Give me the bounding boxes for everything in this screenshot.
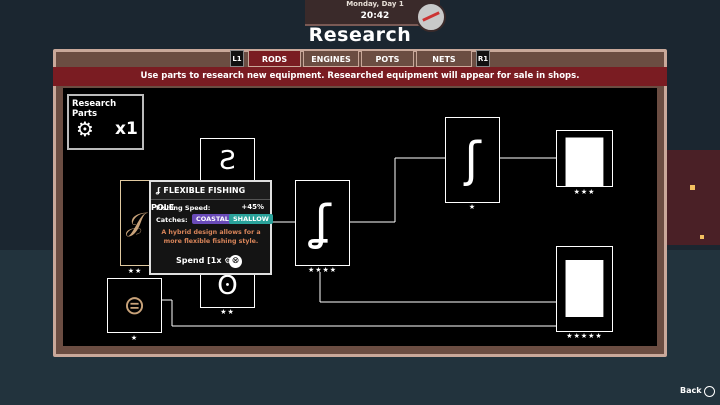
reel-icon: ⊜ [123,290,146,321]
rod-icon: 𝒥 [126,208,144,238]
tooltip-description: A hybrid design allows for a more flexib… [155,228,267,246]
spend-button[interactable]: ⊗ [229,255,242,268]
tag-shallow: SHALLOW [229,214,273,224]
node-stars: ★★★★★ [566,332,603,340]
node-stars: ★ [468,203,477,211]
spend-label: Spend [1x ⚙] [176,256,236,265]
tooltip-header: ʆ FLEXIBLE FISHING POLE [151,182,270,212]
description-line: A hybrid design allows for a [161,229,261,236]
tree-connections [150,157,556,327]
rod-icon: ʆ [156,186,161,195]
back-label: Back [680,386,702,395]
node-stars: ★★ [220,308,235,316]
description-line: more flexible fishing style. [163,238,259,245]
tree-node-rod-2[interactable]: Ƨ [200,138,255,183]
tree-node-reel-1[interactable]: ⊜ [107,278,162,333]
rod-icon: ▇ [566,130,603,187]
node-stars: ★★★ [573,188,596,196]
tree-node-flexible-fishing-pole[interactable]: 𝒥 [120,180,150,266]
node-stars: ★★★★ [307,266,338,274]
rod-icon: █ [566,261,603,317]
rod-icon: ʆ [314,195,331,251]
tree-node-rod-6[interactable]: ▇ [556,130,613,187]
tag-coastal: COASTAL [192,214,233,224]
speed-value: +45% [241,203,264,211]
node-stars: ★★ [127,267,143,275]
speed-label: Fishing Speed: [156,204,211,212]
tree-node-rod-5[interactable]: ʃ [445,117,500,203]
tree-node-rod-4[interactable]: ʆ [295,180,350,266]
rod-icon: ʃ [464,132,481,188]
catches-label: Catches: [156,216,188,224]
tree-node-rod-7[interactable]: █ [556,246,613,332]
rod-icon: Ƨ [219,145,236,176]
node-stars: ★ [130,334,139,342]
back-button[interactable] [704,386,715,397]
